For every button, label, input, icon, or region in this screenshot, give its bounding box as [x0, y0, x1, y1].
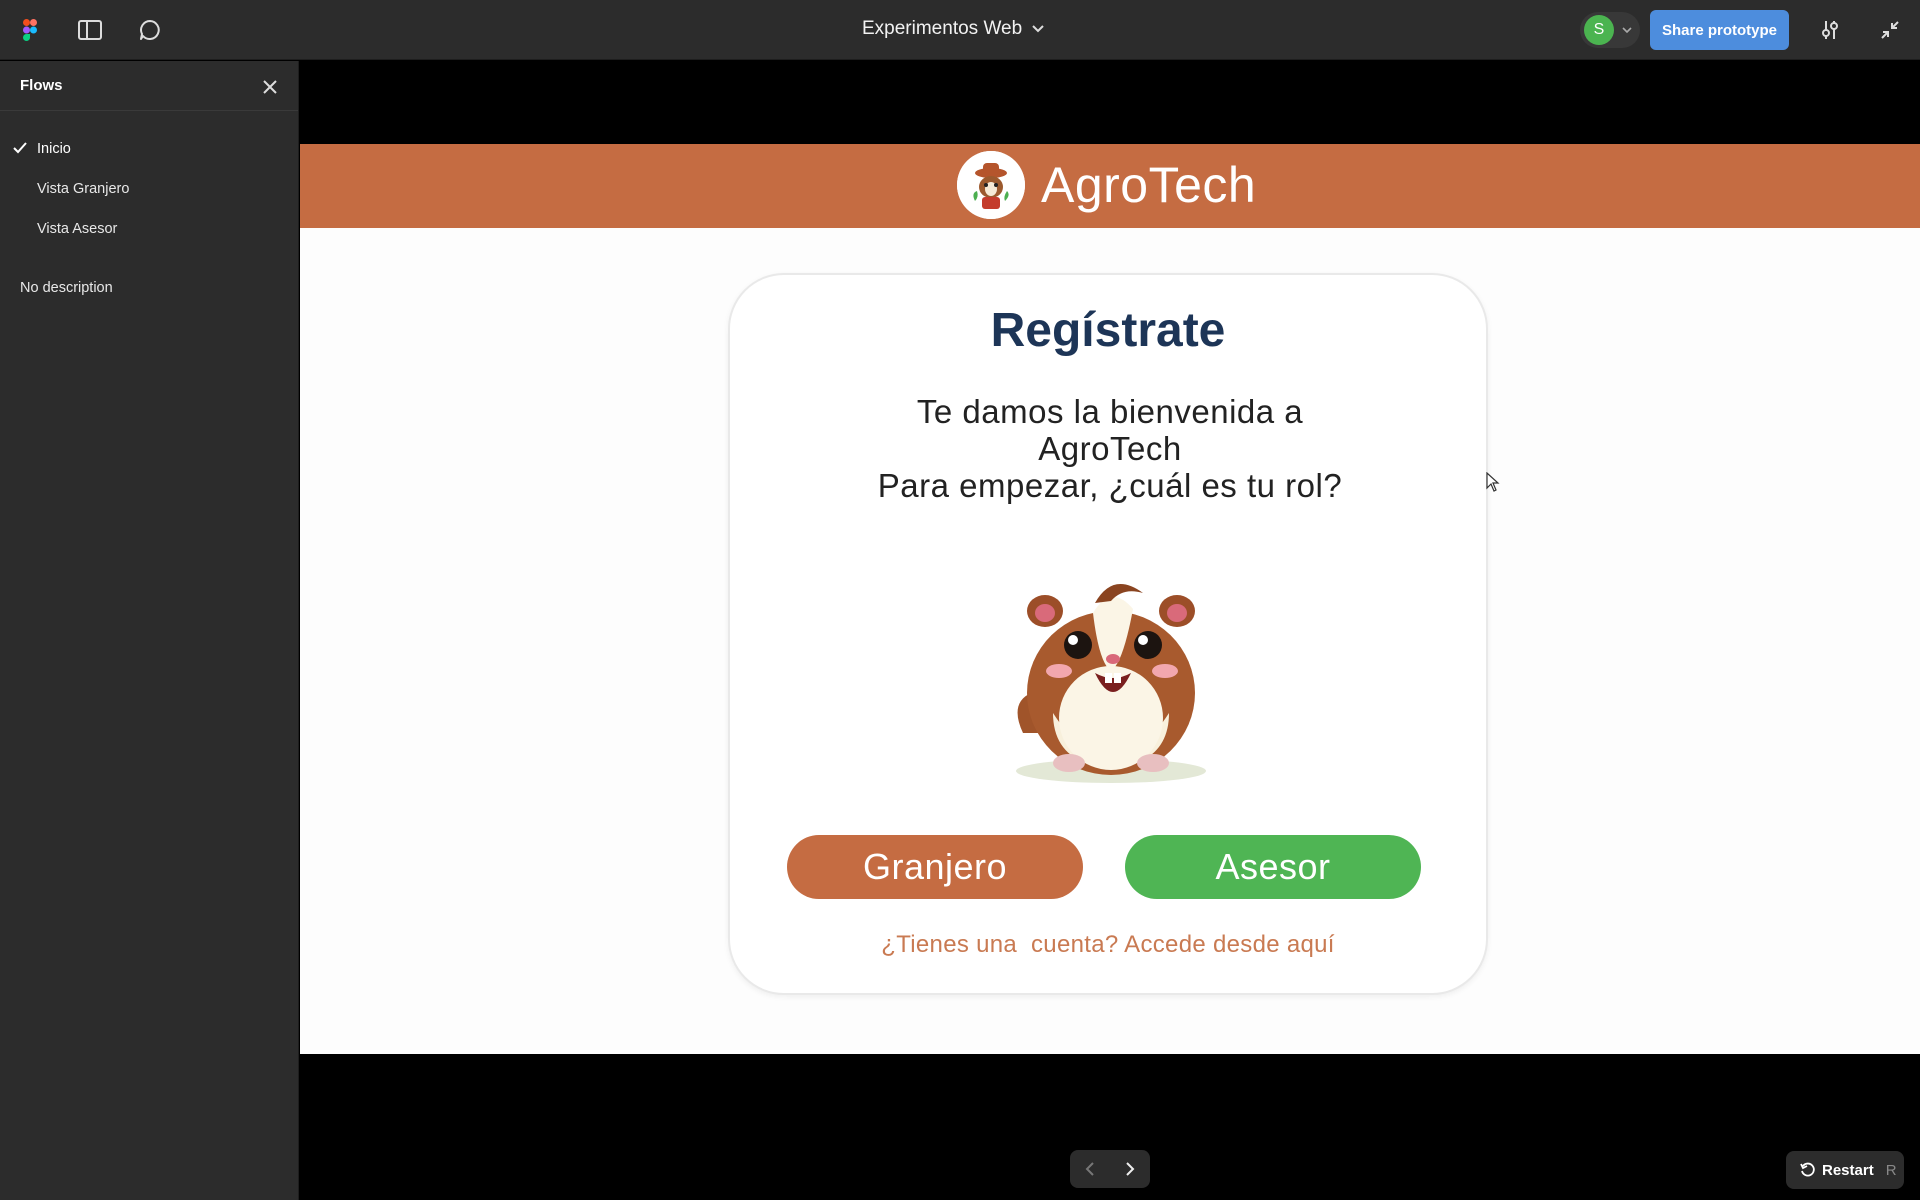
check-icon: [13, 142, 27, 154]
welcome-line: AgroTech: [1038, 430, 1182, 467]
share-prototype-button[interactable]: Share prototype: [1650, 10, 1789, 50]
figma-logo-icon[interactable]: [16, 16, 44, 44]
flow-item-vista-asesor[interactable]: Vista Asesor: [0, 209, 298, 249]
flow-list: Inicio Vista Granjero Vista Asesor: [0, 111, 298, 249]
settings-sliders-icon[interactable]: [1816, 16, 1844, 44]
restart-shortcut: R: [1885, 1161, 1897, 1179]
sidebar-header: Flows: [0, 61, 298, 111]
close-icon[interactable]: [258, 75, 282, 99]
collapse-icon[interactable]: [1876, 16, 1904, 44]
flow-item-label: Vista Granjero: [37, 181, 130, 197]
flow-item-label: Inicio: [37, 141, 71, 157]
mouse-cursor-icon: [1486, 472, 1500, 492]
agrotech-logo: [957, 151, 1025, 219]
flow-item-label: Vista Asesor: [37, 221, 118, 237]
guinea-pig-illustration: [983, 543, 1239, 799]
welcome-line: Te damos la bienvenida a: [916, 393, 1304, 430]
user-avatar-menu[interactable]: S: [1580, 12, 1640, 48]
restart-icon: [1800, 1162, 1815, 1177]
comment-icon[interactable]: [136, 16, 164, 44]
sidebar-title: Flows: [20, 77, 63, 94]
file-title-dropdown[interactable]: Experimentos Web: [862, 18, 1044, 40]
chevron-left-icon[interactable]: [1070, 1150, 1110, 1188]
granjero-button[interactable]: Granjero: [787, 835, 1083, 899]
page-title: Regístrate: [990, 304, 1226, 357]
flow-item-inicio[interactable]: Inicio: [0, 129, 298, 169]
sidebar-toggle-icon[interactable]: [76, 16, 104, 44]
register-card: Regístrate Te damos la bienvenida a Agro…: [728, 273, 1488, 995]
avatar: S: [1584, 15, 1614, 45]
top-bar: Experimentos Web S Share prototype: [0, 0, 1920, 60]
prototype-navigation: [1070, 1150, 1150, 1188]
chevron-down-icon: [1622, 27, 1632, 33]
welcome-text: Te damos la bienvenida a AgroTech Para e…: [850, 393, 1370, 504]
file-title: Experimentos Web: [862, 18, 1023, 39]
brand-header: AgroTech: [300, 144, 1920, 228]
chevron-down-icon: [1032, 25, 1044, 33]
flow-description: No description: [20, 280, 113, 296]
prototype-canvas: AgroTech Regístrate Te damos la bienveni…: [300, 61, 1920, 1200]
flows-sidebar: Flows Inicio Vista Granjero Vista Asesor…: [0, 61, 299, 1200]
chevron-right-icon[interactable]: [1110, 1150, 1150, 1188]
prototype-screen: AgroTech Regístrate Te damos la bienveni…: [300, 144, 1920, 1054]
welcome-line: Para empezar, ¿cuál es tu rol?: [877, 467, 1343, 504]
brand-name: AgroTech: [1041, 157, 1257, 213]
flow-item-vista-granjero[interactable]: Vista Granjero: [0, 169, 298, 209]
asesor-button[interactable]: Asesor: [1125, 835, 1421, 899]
restart-label: Restart: [1822, 1161, 1874, 1179]
login-link[interactable]: ¿Tienes una cuenta? Accede desde aquí: [730, 931, 1486, 959]
restart-button[interactable]: Restart R: [1786, 1151, 1904, 1189]
